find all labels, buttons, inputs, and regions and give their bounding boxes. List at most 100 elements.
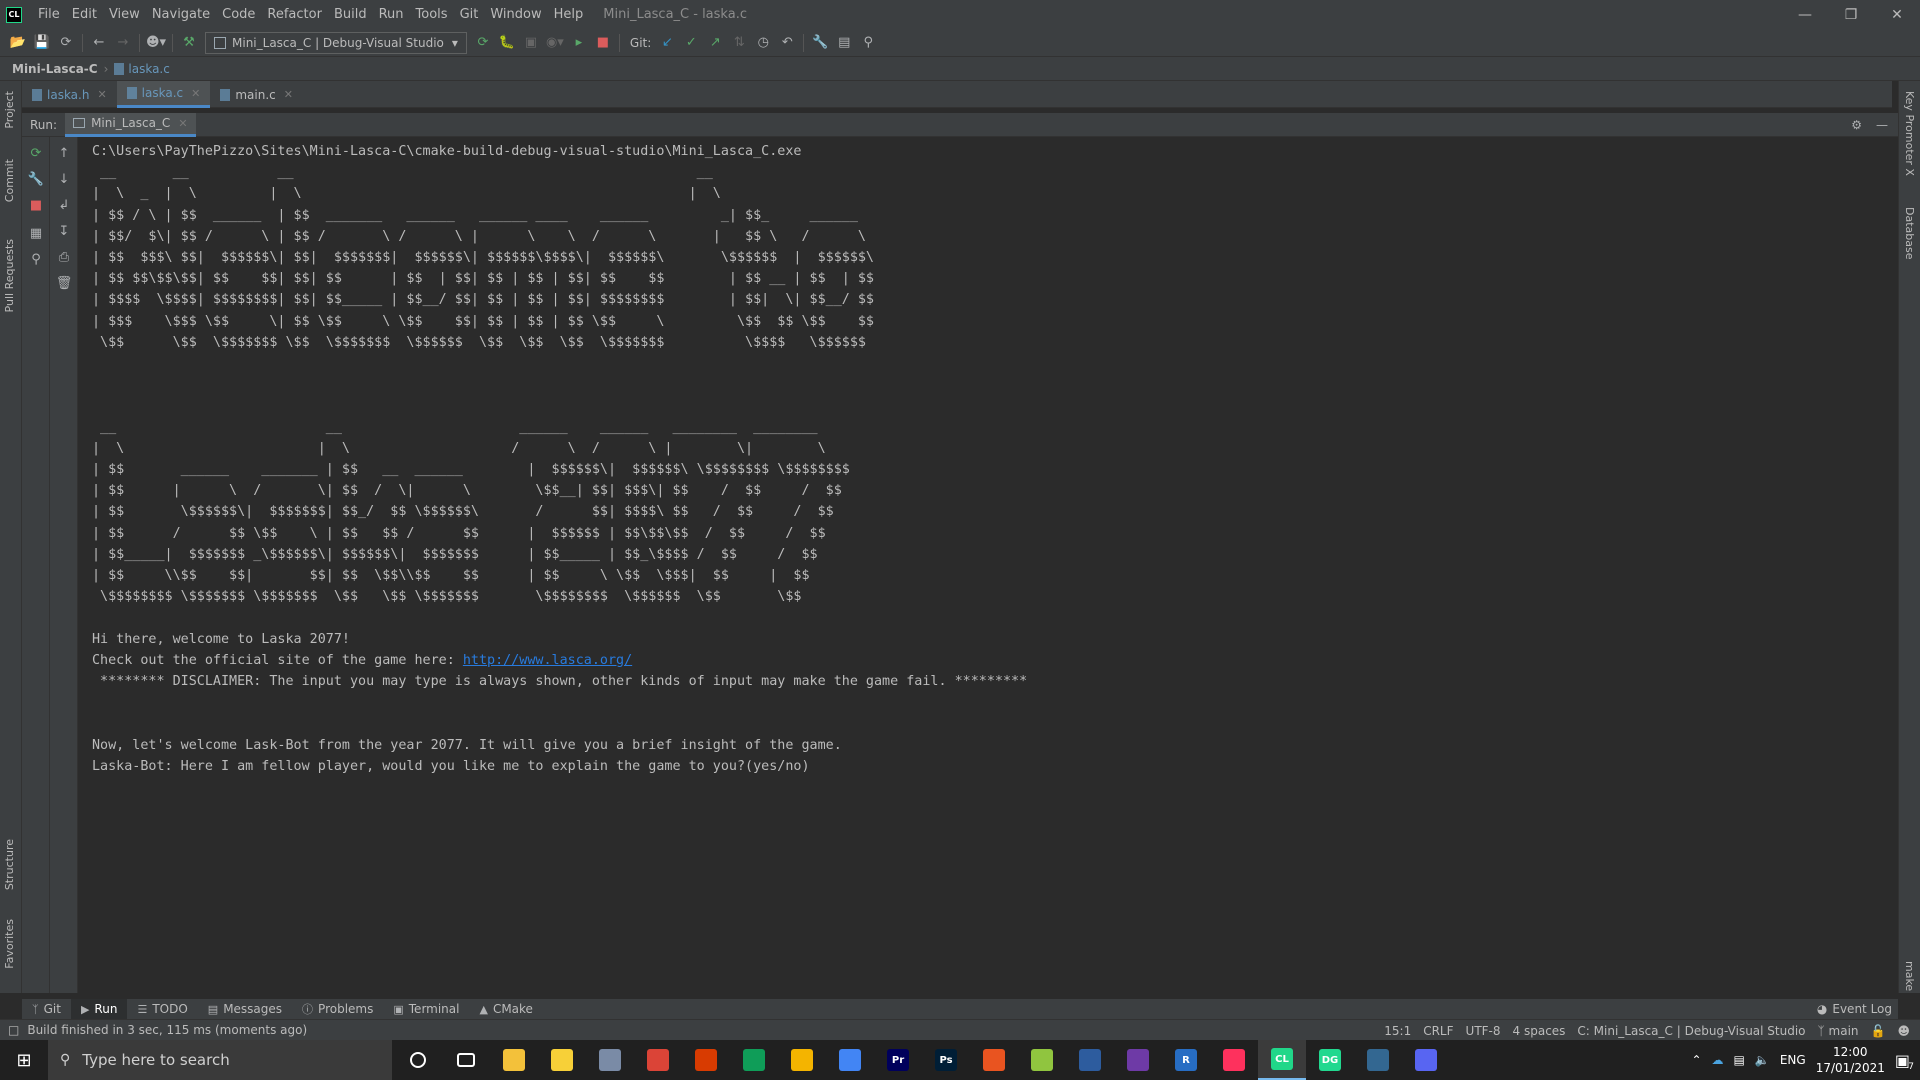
- close-icon[interactable]: ✕: [97, 88, 106, 101]
- pin-icon[interactable]: ⚲: [28, 251, 44, 267]
- notifications-icon[interactable]: ▣ 7: [1895, 1051, 1914, 1072]
- network-icon[interactable]: ▤: [1734, 1053, 1745, 1067]
- open-folder-icon[interactable]: 📂: [6, 32, 30, 54]
- clock[interactable]: 12:00 17/01/2021: [1816, 1044, 1885, 1076]
- tab-terminal[interactable]: ▣ Terminal: [383, 999, 469, 1019]
- coverage-icon[interactable]: ▣: [519, 32, 543, 54]
- wrench-icon[interactable]: 🔧: [28, 171, 44, 187]
- datagrip-icon[interactable]: DG: [1306, 1040, 1354, 1080]
- onedrive-icon[interactable]: ☁: [1712, 1053, 1724, 1067]
- trash-icon[interactable]: 🗑: [56, 275, 73, 291]
- volume-icon[interactable]: 🔈: [1755, 1053, 1770, 1067]
- minimize-icon[interactable]: —: [1782, 0, 1828, 29]
- tool-window-key-promoter[interactable]: Key Promoter X: [1903, 91, 1916, 176]
- tool-window-make[interactable]: make: [1903, 961, 1916, 991]
- git-branch-widget[interactable]: ᛉ main: [1818, 1024, 1859, 1038]
- sheets-icon[interactable]: [730, 1040, 778, 1080]
- project-structure-icon[interactable]: ▤: [832, 32, 856, 54]
- obs-icon[interactable]: [1114, 1040, 1162, 1080]
- close-icon[interactable]: ✕: [1874, 0, 1920, 29]
- git-commit-icon[interactable]: ✓: [679, 32, 703, 54]
- menu-tools[interactable]: Tools: [410, 0, 454, 29]
- sync-icon[interactable]: ⟳: [54, 32, 78, 54]
- ubuntu-icon[interactable]: [970, 1040, 1018, 1080]
- indent-setting[interactable]: 4 spaces: [1513, 1024, 1566, 1038]
- menu-build[interactable]: Build: [328, 0, 373, 29]
- rerun-icon[interactable]: ⟳: [28, 145, 44, 161]
- forward-icon[interactable]: →: [111, 32, 135, 54]
- inspector-icon[interactable]: ☻: [1897, 1024, 1910, 1038]
- attach-icon[interactable]: ▸: [567, 32, 591, 54]
- chevron-up-icon[interactable]: ⌃: [1691, 1053, 1701, 1067]
- notepad-plus-icon[interactable]: [1018, 1040, 1066, 1080]
- layout-icon[interactable]: ▦: [28, 225, 44, 241]
- menu-run[interactable]: Run: [373, 0, 410, 29]
- rerun-icon[interactable]: ⟳: [471, 32, 495, 54]
- tool-window-favorites[interactable]: Favorites: [3, 919, 16, 969]
- windows-start-icon[interactable]: ⊞: [0, 1040, 48, 1080]
- event-log-button[interactable]: ◕ Event Log: [1817, 999, 1892, 1019]
- powershell-icon[interactable]: [1066, 1040, 1114, 1080]
- tool-window-pull-requests[interactable]: Pull Requests: [3, 239, 16, 312]
- build-status-text[interactable]: Build finished in 3 sec, 115 ms (moments…: [27, 1023, 307, 1037]
- file-encoding[interactable]: UTF-8: [1466, 1024, 1501, 1038]
- resolve-context[interactable]: C: Mini_Lasca_C | Debug-Visual Studio: [1577, 1024, 1805, 1038]
- scroll-to-end-icon[interactable]: ↧: [56, 223, 72, 239]
- tab-run[interactable]: ▶ Run: [70, 999, 128, 1019]
- debug-icon[interactable]: 🐛: [495, 32, 519, 54]
- postgres-icon[interactable]: [1354, 1040, 1402, 1080]
- clion-icon[interactable]: CL: [1258, 1040, 1306, 1080]
- caret-position[interactable]: 15:1: [1384, 1024, 1411, 1038]
- close-icon[interactable]: ✕: [178, 117, 187, 130]
- docs-icon[interactable]: [826, 1040, 874, 1080]
- back-icon[interactable]: ←: [87, 32, 111, 54]
- tool-window-structure[interactable]: Structure: [3, 839, 16, 890]
- tool-window-database[interactable]: Database: [1903, 207, 1916, 260]
- restore-icon[interactable]: ❐: [1828, 0, 1874, 29]
- discord-icon[interactable]: [1402, 1040, 1450, 1080]
- breadcrumb-project[interactable]: Mini-Lasca-C: [12, 62, 98, 76]
- language-indicator[interactable]: ENG: [1780, 1053, 1806, 1067]
- git-update-icon[interactable]: ↙: [655, 32, 679, 54]
- tab-main-c[interactable]: main.c ✕: [210, 81, 303, 108]
- build-hammer-icon[interactable]: ⚒: [177, 32, 201, 54]
- print-icon[interactable]: ⎙: [56, 249, 72, 265]
- git-push-icon[interactable]: ↗: [703, 32, 727, 54]
- menu-view[interactable]: View: [103, 0, 146, 29]
- hide-panel-icon[interactable]: —: [1876, 118, 1888, 132]
- taskbar-search[interactable]: ⚲ Type here to search: [48, 1040, 392, 1080]
- menu-code[interactable]: Code: [216, 0, 261, 29]
- run-config-selector[interactable]: Mini_Lasca_C | Debug-Visual Studio ▾: [205, 31, 467, 54]
- arrow-up-icon[interactable]: ↑: [56, 145, 72, 161]
- profile-icon[interactable]: ◉▾: [543, 32, 567, 54]
- save-icon[interactable]: 💾: [30, 32, 54, 54]
- tab-laska-h[interactable]: laska.h ✕: [22, 81, 117, 108]
- tab-cmake[interactable]: ▲ CMake: [469, 999, 542, 1019]
- breadcrumb-file[interactable]: laska.c: [128, 62, 169, 76]
- line-ending[interactable]: CRLF: [1423, 1024, 1453, 1038]
- run-tab-mini-lasca[interactable]: Mini_Lasca_C ✕: [65, 112, 196, 137]
- task-view-icon[interactable]: [442, 1040, 490, 1080]
- menu-window[interactable]: Window: [484, 0, 547, 29]
- tab-messages[interactable]: ▤ Messages: [198, 999, 292, 1019]
- intellij-icon[interactable]: [1210, 1040, 1258, 1080]
- menu-navigate[interactable]: Navigate: [146, 0, 216, 29]
- console-output[interactable]: C:\Users\PayThePizzo\Sites\Mini-Lasca-C\…: [78, 137, 1898, 993]
- stop-icon[interactable]: ■: [28, 197, 44, 213]
- r-icon[interactable]: R: [1162, 1040, 1210, 1080]
- tool-window-commit[interactable]: Commit: [3, 159, 16, 202]
- chrome-icon[interactable]: [634, 1040, 682, 1080]
- close-icon[interactable]: ✕: [191, 87, 200, 100]
- sticky-notes-icon[interactable]: [538, 1040, 586, 1080]
- tab-laska-c[interactable]: laska.c ✕: [116, 81, 211, 108]
- rollback-icon[interactable]: ↶: [775, 32, 799, 54]
- photoshop-icon[interactable]: Ps: [922, 1040, 970, 1080]
- tab-todo[interactable]: ☰ TODO: [127, 999, 197, 1019]
- search-icon[interactable]: ⚲: [856, 32, 880, 54]
- arrow-down-icon[interactable]: ↓: [56, 171, 72, 187]
- tab-git[interactable]: ᛉ Git: [22, 999, 71, 1019]
- slides-icon[interactable]: [778, 1040, 826, 1080]
- menu-edit[interactable]: Edit: [66, 0, 103, 29]
- layout-toggle-icon[interactable]: □: [8, 1023, 19, 1037]
- mail-icon[interactable]: [586, 1040, 634, 1080]
